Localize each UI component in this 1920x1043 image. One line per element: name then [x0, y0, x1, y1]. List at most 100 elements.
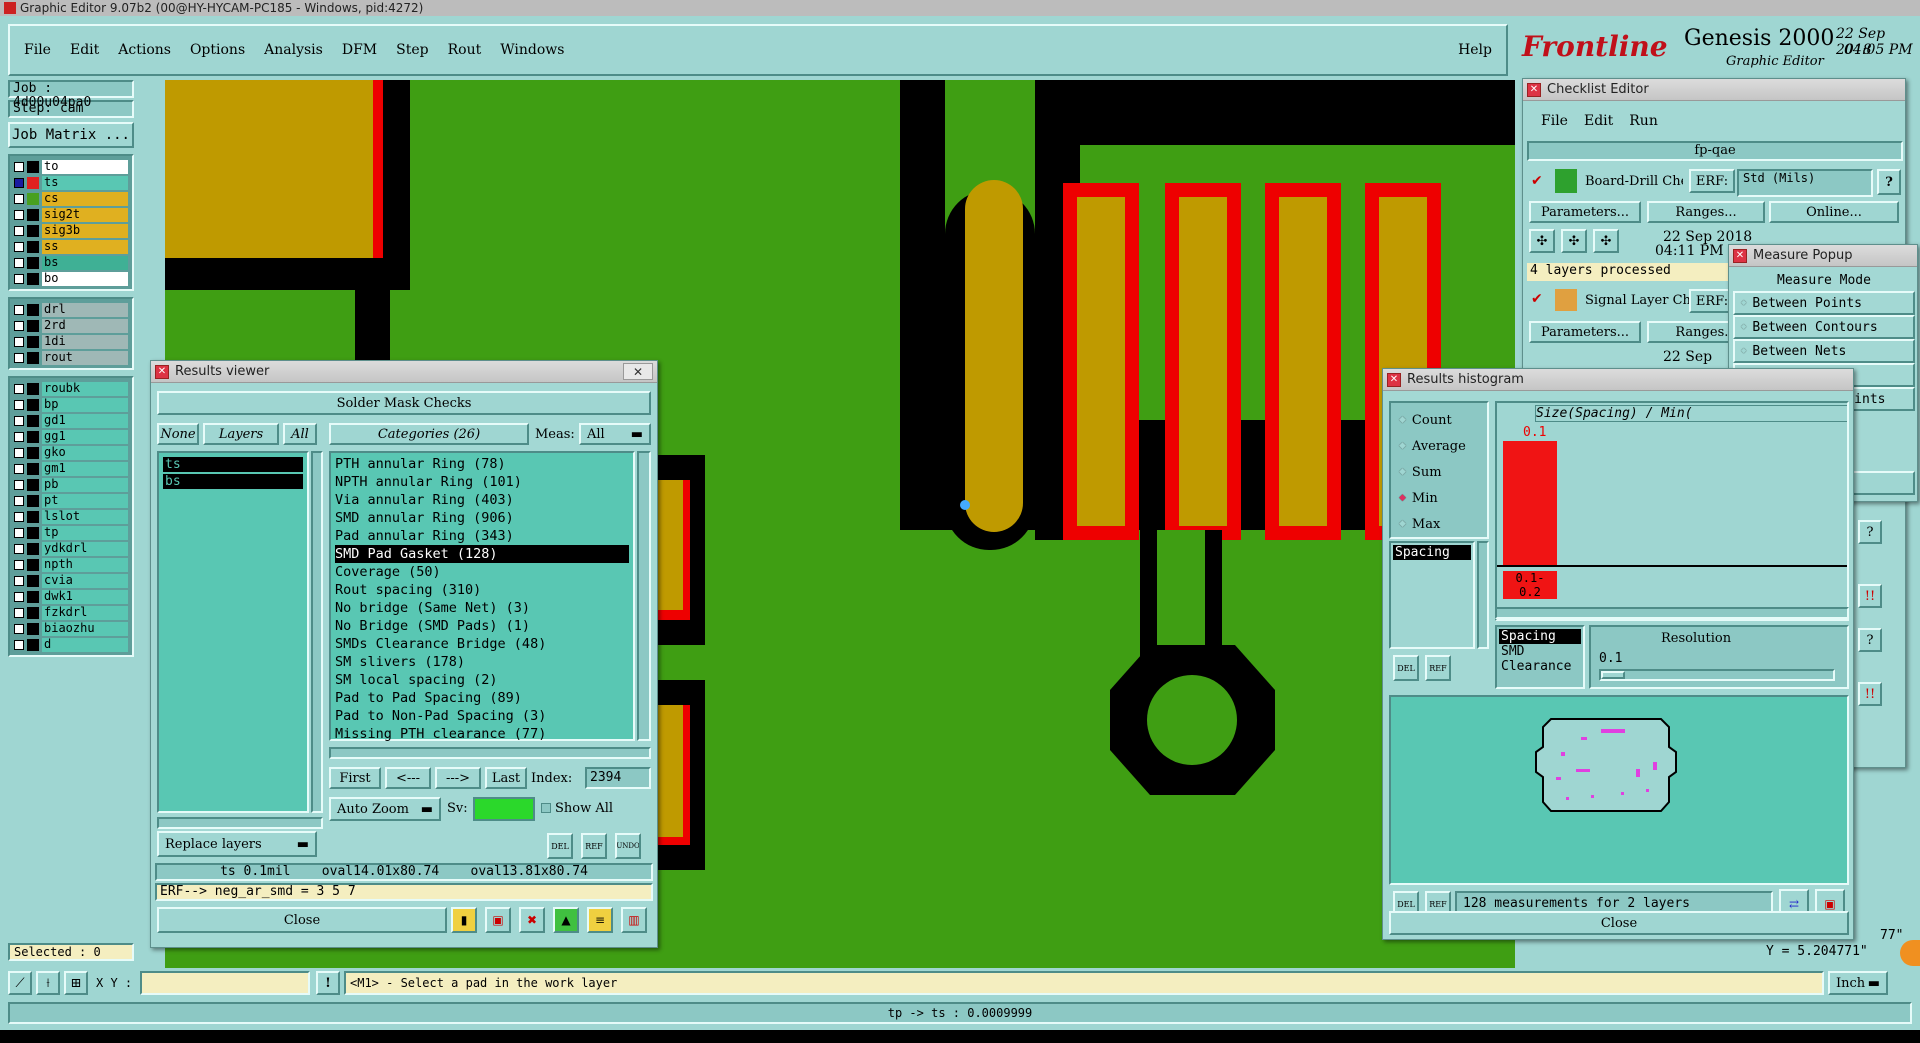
units-field[interactable]: Std (Mils): [1737, 169, 1873, 197]
statistic-option[interactable]: ◆ Sum: [1399, 459, 1479, 485]
layer-row-cs[interactable]: cs: [14, 191, 128, 206]
highlight-icon[interactable]: ▣: [485, 907, 511, 933]
layer-row-pt[interactable]: pt: [14, 493, 128, 508]
parameters-button-2[interactable]: Parameters...: [1529, 321, 1641, 343]
measure-mode-option[interactable]: ◆ Between Points: [1733, 291, 1915, 315]
list-item[interactable]: Spacing: [1393, 545, 1471, 560]
hist-right-list[interactable]: Spacing SMD Clearance: [1495, 625, 1585, 689]
help-icon[interactable]: ?: [1877, 169, 1901, 195]
list-item[interactable]: bs: [163, 474, 303, 489]
resolution-slider[interactable]: [1599, 669, 1835, 681]
layer-checkbox[interactable]: [14, 511, 24, 522]
menu-edit[interactable]: Edit: [70, 42, 99, 58]
parameters-button-1[interactable]: Parameters...: [1529, 201, 1641, 223]
check-1-icon[interactable]: ✔: [1531, 173, 1545, 189]
menu-analysis[interactable]: Analysis: [264, 42, 323, 58]
category-item[interactable]: PTH annular Ring (78): [335, 455, 629, 473]
alert-icon[interactable]: !: [316, 971, 340, 995]
replace-layers-dropdown[interactable]: Replace layers ▬: [157, 831, 317, 857]
category-item[interactable]: No Bridge (SMD Pads) (1): [335, 617, 629, 635]
check-1-name[interactable]: Board-Drill Che: [1585, 174, 1683, 189]
list-item[interactable]: SMD: [1499, 644, 1581, 659]
check-2-icon[interactable]: ✔: [1531, 291, 1545, 307]
snap-icon[interactable]: ▲: [553, 907, 579, 933]
list-item[interactable]: Clearance: [1499, 659, 1581, 674]
layer-checkbox[interactable]: [14, 639, 24, 650]
layer-row-dwk1[interactable]: dwk1: [14, 589, 128, 604]
measure-mode-option[interactable]: ◆ Between Contours: [1733, 315, 1915, 339]
layer-row-sig2t[interactable]: sig2t: [14, 207, 128, 222]
erf-button-1[interactable]: ERF:: [1689, 169, 1735, 193]
layer-checkbox[interactable]: [14, 193, 24, 204]
run-icon-c[interactable]: ✣: [1593, 229, 1619, 253]
layer-checkbox[interactable]: [14, 257, 24, 268]
layer-checkbox[interactable]: [14, 543, 24, 554]
layer-checkbox[interactable]: [14, 415, 24, 426]
statistic-option[interactable]: ◆ Max: [1399, 511, 1479, 537]
layer-row-gko[interactable]: gko: [14, 445, 128, 460]
alert-icon[interactable]: !!: [1858, 584, 1882, 608]
check-2-name[interactable]: Signal Layer Ch: [1585, 293, 1691, 308]
layer-checkbox[interactable]: [14, 320, 24, 331]
layer-checkbox[interactable]: [14, 304, 24, 315]
layer-row-drl[interactable]: drl: [14, 302, 128, 317]
category-item[interactable]: Pad to Non-Pad Spacing (3): [335, 707, 629, 725]
layer-checkbox[interactable]: [14, 575, 24, 586]
alert-icon[interactable]: !!: [1858, 682, 1882, 706]
grid-icon[interactable]: ⊞: [64, 971, 88, 995]
layer-checkbox[interactable]: [14, 527, 24, 538]
layer-row-sig3b[interactable]: sig3b: [14, 223, 128, 238]
help-icon[interactable]: ?: [1858, 628, 1882, 652]
layer-checkbox[interactable]: [14, 177, 24, 188]
layer-checkbox[interactable]: [14, 352, 24, 363]
layer-checkbox[interactable]: [14, 447, 24, 458]
layer-checkbox[interactable]: [14, 623, 24, 634]
menu-file[interactable]: File: [24, 42, 51, 58]
checklist-menu-edit[interactable]: Edit: [1584, 113, 1613, 129]
checklist-menu-run[interactable]: Run: [1629, 113, 1658, 129]
xy-input[interactable]: [140, 971, 310, 995]
layers-button[interactable]: Layers: [203, 423, 279, 445]
auto-zoom-dropdown[interactable]: Auto Zoom ▬: [329, 797, 441, 821]
layer-row-gd1[interactable]: gd1: [14, 413, 128, 428]
help-icon[interactable]: ?: [1858, 520, 1882, 544]
hist-left-scrollbar[interactable]: [1477, 541, 1489, 649]
layer-checkbox[interactable]: [14, 431, 24, 442]
slider-thumb[interactable]: [1601, 671, 1625, 679]
menu-dfm[interactable]: DFM: [342, 42, 377, 58]
category-item[interactable]: No bridge (Same Net) (3): [335, 599, 629, 617]
layer-checkbox[interactable]: [14, 463, 24, 474]
menu-options[interactable]: Options: [190, 42, 245, 58]
layer-checkbox[interactable]: [14, 383, 24, 394]
hist-left-list[interactable]: Spacing: [1389, 541, 1475, 649]
histogram-hscroll[interactable]: [1495, 607, 1849, 619]
zoom-icon[interactable]: ▮: [451, 907, 477, 933]
ref-icon[interactable]: REF: [1425, 655, 1451, 681]
layer-row-ts[interactable]: ts: [14, 175, 128, 190]
none-button[interactable]: None: [157, 423, 199, 445]
layer-checkbox[interactable]: [14, 559, 24, 570]
category-item[interactable]: Coverage (50): [335, 563, 629, 581]
category-item[interactable]: NPTH annular Ring (101): [335, 473, 629, 491]
checklist-titlebar[interactable]: ✕ Checklist Editor: [1523, 79, 1905, 101]
layer-row-bp[interactable]: bp: [14, 397, 128, 412]
next-button[interactable]: --->: [435, 767, 481, 789]
menu-actions[interactable]: Actions: [118, 42, 171, 58]
layer-row-cvia[interactable]: cvia: [14, 573, 128, 588]
layer-scrollbar[interactable]: [311, 451, 323, 813]
del-icon[interactable]: DEL: [547, 833, 573, 859]
show-all-checkbox[interactable]: [541, 803, 551, 813]
report-icon[interactable]: ≡: [587, 907, 613, 933]
layer-checkbox[interactable]: [14, 241, 24, 252]
meas-dropdown[interactable]: All ▬: [579, 423, 651, 445]
layer-row-pb[interactable]: pb: [14, 477, 128, 492]
layer-row-lslot[interactable]: lslot: [14, 509, 128, 524]
category-item[interactable]: SM slivers (178): [335, 653, 629, 671]
list-item[interactable]: Spacing: [1499, 629, 1581, 644]
cross-icon[interactable]: ✖: [519, 907, 545, 933]
layer-row-rout[interactable]: rout: [14, 350, 128, 365]
layer-row-gm1[interactable]: gm1: [14, 461, 128, 476]
layer-row-bo[interactable]: bo: [14, 271, 128, 286]
layer-row-1di[interactable]: 1di: [14, 334, 128, 349]
statistic-option[interactable]: ◆ Min: [1399, 485, 1479, 511]
